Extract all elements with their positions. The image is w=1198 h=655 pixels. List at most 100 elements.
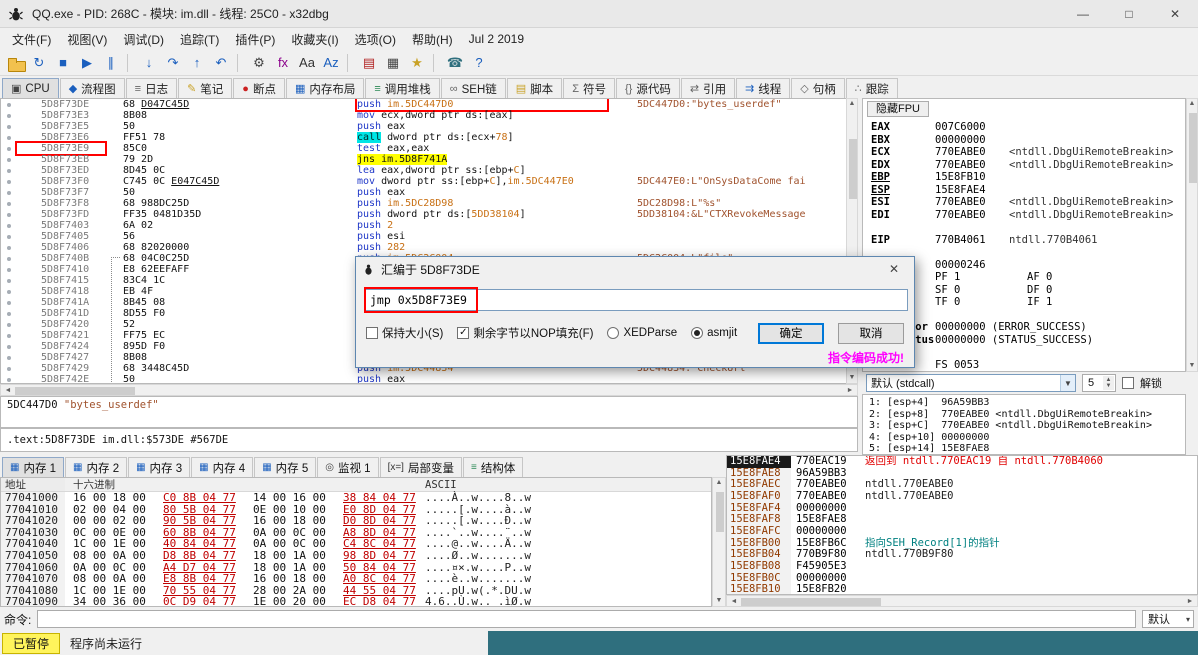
disasm-row[interactable]: 5D8F73F7 50 push eax — [1, 187, 846, 198]
disasm-row[interactable]: 5D8F73F8 68 988DC25D push im.5DC28D98 5DC28… — [1, 198, 846, 209]
scroll-left-icon[interactable] — [2, 385, 14, 395]
dump-row[interactable]: 77041000 16 00 18 00 C0 8B 04 77 14 00 16 0… — [1, 492, 711, 504]
assembly-instruction-input[interactable] — [364, 289, 908, 311]
register-row[interactable]: ECX 770EABE0 <ntdll.DbgUiRemoteBreakin> — [863, 146, 1185, 159]
ok-button[interactable]: 确定 — [758, 322, 824, 344]
command-input[interactable] — [37, 610, 1136, 628]
tab-memory-5[interactable]: ▦ 内存 5 — [254, 457, 317, 477]
scroll-up-icon[interactable] — [847, 99, 857, 109]
scroll-right-icon[interactable] — [844, 385, 856, 395]
scroll-up-icon[interactable] — [713, 478, 725, 488]
registers-vertical-scrollbar[interactable] — [1186, 98, 1198, 372]
tab-notes[interactable]: ✎ 笔记 — [178, 78, 233, 98]
register-row[interactable]: EBX 00000000 — [863, 134, 1185, 147]
argument-row-4[interactable]: 4: [esp+10] 00000000 — [869, 432, 1185, 444]
disasm-row[interactable]: 5D8F73F0 C745 0C E047C45D mov dword ptr ss… — [1, 176, 846, 187]
cancel-button[interactable]: 取消 — [838, 322, 904, 344]
menu-item-2[interactable]: 调试(D) — [115, 29, 172, 50]
argument-row-3[interactable]: 3: [esp+C] 770EABE0 <ntdll.DbgUiRemoteBr… — [869, 420, 1185, 432]
arguments-pane[interactable]: 1: [esp+4] 96A59BB3 2: [esp+8] 770EABE0 <… — [862, 394, 1186, 455]
favourites-icon[interactable]: ★ — [406, 52, 428, 74]
tab-watch-1[interactable]: ◎ 监视 1 — [317, 457, 379, 477]
disasm-row[interactable]: 5D8F73E3 8B08 mov ecx,dword ptr ds:[eax] — [1, 110, 846, 121]
settings-gear-icon[interactable]: ⚙ — [248, 52, 270, 74]
disasm-horizontal-scrollbar[interactable] — [0, 384, 858, 396]
tab-memory-map[interactable]: ▦ 内存布局 — [285, 78, 365, 98]
tab-breakpoints[interactable]: ● 断点 — [233, 78, 285, 98]
tab-cpu[interactable]: ▣ CPU — [2, 78, 59, 98]
stack-row[interactable]: 15E8FAF0 770EABE0 ntdll.770EABE0 — [727, 490, 1197, 503]
help-icon[interactable]: ? — [468, 52, 490, 74]
tab-script[interactable]: ▤ 脚本 — [506, 78, 563, 98]
dump-row[interactable]: 77041070 08 00 0A 00 E8 8B 04 77 16 00 18 0… — [1, 573, 711, 585]
disasm-row[interactable]: 5D8F7403 6A 02 push 2 — [1, 220, 846, 231]
menu-item-3[interactable]: 追踪(T) — [172, 29, 227, 50]
command-mode-select[interactable]: 默认 ▾ — [1142, 610, 1194, 628]
menu-item-0[interactable]: 文件(F) — [4, 29, 59, 50]
step-back-icon[interactable]: ↶ — [210, 52, 232, 74]
argument-row-1[interactable]: 1: [esp+4] 96A59BB3 — [869, 397, 1185, 409]
sort-az-icon[interactable]: Az — [320, 52, 342, 74]
restart-icon[interactable]: ↻ — [28, 52, 50, 74]
tab-threads[interactable]: ⇉ 线程 — [736, 78, 791, 98]
stepper-arrows-icon[interactable]: ▲ ▼ — [1103, 376, 1114, 390]
chevron-down-icon[interactable]: ▼ — [1060, 375, 1075, 391]
step-over-icon[interactable]: ↷ — [162, 52, 184, 74]
stack-row[interactable]: 15E8FB08 F45905E3 — [727, 560, 1197, 573]
menu-item-5[interactable]: 收藏夹(I) — [283, 29, 346, 50]
keep-size-checkbox[interactable]: 保持大小(S) — [366, 325, 443, 341]
stack-row[interactable]: 15E8FAFC 00000000 — [727, 525, 1197, 538]
disasm-row[interactable]: 5D8F73DE 68 D047C45D push im.5DC447D0 5DC44… — [1, 99, 846, 110]
dump-pane[interactable]: 地址 十六进制 ASCII 77041000 16 00 18 00 C0 8B 0… — [0, 477, 712, 607]
disasm-row[interactable]: 5D8F742E 50 push eax — [1, 374, 846, 383]
register-row[interactable]: EBP 15E8FB10 — [863, 171, 1185, 184]
register-row[interactable]: EDI 770EABE0 <ntdll.DbgUiRemoteBreakin> — [863, 209, 1185, 222]
disasm-row[interactable]: 5D8F7406 68 82020000 push 282 — [1, 242, 846, 253]
pause-icon[interactable]: ∥ — [100, 52, 122, 74]
stack-row[interactable]: 15E8FAE4 770EAC19 返回到 ntdll.770EAC19 自 ntd… — [727, 456, 1197, 468]
scroll-right-icon[interactable] — [1184, 596, 1196, 606]
tab-memory-4[interactable]: ▦ 内存 4 — [191, 457, 254, 477]
register-row[interactable]: ESI 770EABE0 <ntdll.DbgUiRemoteBreakin> — [863, 196, 1185, 209]
asmjit-radio[interactable]: asmjit — [691, 327, 737, 339]
menu-item-1[interactable]: 视图(V) — [59, 29, 115, 50]
dump-vertical-scrollbar[interactable] — [712, 477, 726, 607]
argument-row-2[interactable]: 2: [esp+8] 770EABE0 <ntdll.DbgUiRemoteBr… — [869, 409, 1185, 421]
scroll-down-icon[interactable] — [1187, 361, 1197, 371]
scroll-down-icon[interactable] — [847, 373, 857, 383]
assemble-dialog-titlebar[interactable]: 汇编于 5D8F73DE ✕ — [356, 257, 914, 281]
tab-memory-2[interactable]: ▦ 内存 2 — [65, 457, 128, 477]
register-row[interactable]: ESP 15E8FAE4 — [863, 184, 1185, 197]
nop-fill-checkbox[interactable]: ✓ 剩余字节以NOP填充(F) — [457, 325, 593, 341]
disasm-row[interactable]: 5D8F73EB 79 2D jns im.5D8F741A — [1, 154, 846, 165]
tab-memory-1[interactable]: ▦ 内存 1 — [2, 457, 65, 477]
disasm-row[interactable]: 5D8F73FD FF35 0481D35D push dword ptr ds:[… — [1, 209, 846, 220]
xedparse-radio[interactable]: XEDParse — [607, 327, 677, 339]
tab-locals[interactable]: [x=] 局部变量 — [379, 457, 462, 477]
disasm-row[interactable]: 5D8F7405 56 push esi — [1, 231, 846, 242]
tab-seh[interactable]: ∞ SEH链 — [440, 78, 506, 98]
scroll-up-icon[interactable] — [1187, 99, 1197, 109]
unlock-checkbox[interactable] — [1122, 377, 1134, 389]
phone-icon[interactable]: ☎ — [444, 52, 466, 74]
menu-item-7[interactable]: 帮助(H) — [404, 29, 461, 50]
stack-row[interactable]: 15E8FB10 15E8FB20 — [727, 584, 1197, 594]
tab-source[interactable]: {} 源代码 — [616, 78, 680, 98]
register-row[interactable]: EIP 770B4061 ntdll.770B4061 — [863, 234, 1185, 247]
tab-struct[interactable]: ≡ 结构体 — [462, 457, 524, 477]
tab-symbols[interactable]: Σ 符号 — [563, 78, 615, 98]
register-row[interactable]: EAX 007C6000 — [863, 121, 1185, 134]
minimize-button[interactable]: — — [1060, 0, 1106, 27]
step-into-icon[interactable]: ↓ — [138, 52, 160, 74]
stack-pane[interactable]: 15E8FAE4 770EAC19 返回到 ntdll.770EAC19 自 ntd… — [726, 455, 1198, 595]
run-icon[interactable]: ▶ — [76, 52, 98, 74]
disasm-row[interactable]: 5D8F73E6 FF51 78 call dword ptr ds:[ecx+78… — [1, 132, 846, 143]
open-file-icon[interactable] — [4, 52, 26, 74]
stack-horizontal-scrollbar[interactable] — [726, 595, 1198, 607]
menu-item-8[interactable]: Jul 2 2019 — [461, 30, 532, 48]
menu-item-4[interactable]: 插件(P) — [227, 29, 283, 50]
fx-icon[interactable]: fx — [272, 52, 294, 74]
disasm-row[interactable]: 5D8F73E9 85C0 test eax,eax — [1, 143, 846, 154]
disasm-row[interactable]: 5D8F73E5 50 push eax — [1, 121, 846, 132]
font-Aa-icon[interactable]: Aa — [296, 52, 318, 74]
